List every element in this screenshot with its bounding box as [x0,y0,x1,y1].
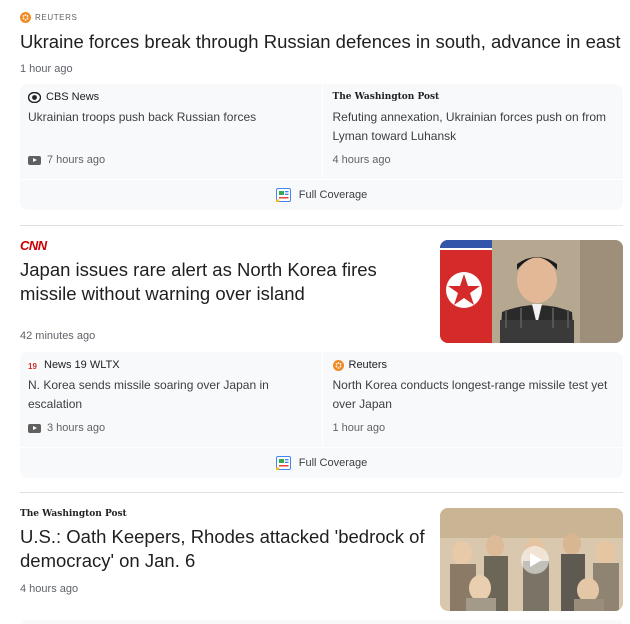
related-title[interactable]: Refuting annexation, Ukrainian forces pu… [333,108,616,146]
full-coverage-icon [275,188,291,202]
kim-jong-un-photo [440,240,623,343]
related-time: 1 hour ago [332,422,386,434]
courtroom-sketch-image [440,508,623,611]
source-reuters: Reuters [332,358,616,372]
related-article[interactable]: The Washington Post Refuting annexation,… [321,84,624,179]
related-coverage-card: 19 News 19 WLTX N. Korea sends missile s… [20,352,623,478]
reuters-logo-icon [20,11,31,23]
source-name: The Washington Post [20,509,127,519]
full-coverage-label: Full Coverage [298,457,368,469]
full-coverage-button[interactable]: Full Coverage [20,179,623,210]
source-cbs-news: CBS News [28,90,314,104]
divider [20,225,623,226]
svg-text:19: 19 [28,362,37,371]
full-coverage-label: Full Coverage [298,189,368,201]
related-title[interactable]: Ukrainian troops push back Russian force… [28,108,314,127]
source-news19-wltx: 19 News 19 WLTX [28,358,314,372]
source-name: CNN [20,237,47,253]
full-coverage-icon [275,456,291,470]
related-time: 3 hours ago [28,422,105,434]
related-coverage-card: CBS News Ukrainian troops push back Russ… [20,84,623,210]
story-headline[interactable]: U.S.: Oath Keepers, Rhodes attacked 'bed… [20,525,430,573]
related-title[interactable]: North Korea conducts longest-range missi… [333,376,616,414]
story-thumbnail[interactable] [440,508,623,611]
related-coverage-card [20,620,623,624]
video-icon [28,423,41,433]
source-washington-post: The Washington Post [333,90,616,104]
source-name: REUTERS [35,12,78,22]
related-article[interactable]: Reuters North Korea conducts longest-ran… [321,352,624,447]
story-headline[interactable]: Japan issues rare alert as North Korea f… [20,258,420,306]
video-icon [28,155,41,165]
source-name: News 19 WLTX [44,359,120,371]
story-timestamp: 42 minutes ago [20,330,96,342]
related-time: 4 hours ago [332,154,391,166]
source-name: The Washington Post [332,92,440,102]
news19-logo-icon: 19 [28,359,39,371]
story-headline[interactable]: Ukraine forces break through Russian def… [20,30,625,54]
story-thumbnail[interactable] [440,240,623,343]
story-timestamp: 1 hour ago [20,63,73,75]
source-name: Reuters [348,359,388,371]
full-coverage-button[interactable]: Full Coverage [20,447,623,478]
divider [20,492,623,493]
story-timestamp: 4 hours ago [20,583,79,595]
source-name: CBS News [46,91,100,103]
reuters-logo-icon [332,359,344,371]
related-time: 7 hours ago [28,154,105,166]
related-article[interactable]: CBS News Ukrainian troops push back Russ… [20,84,322,179]
source-reuters[interactable]: REUTERS [20,10,77,24]
cbs-eye-icon [28,91,41,103]
related-article[interactable]: 19 News 19 WLTX N. Korea sends missile s… [20,352,322,447]
source-cnn[interactable]: CNN [20,237,47,253]
related-title[interactable]: N. Korea sends missile soaring over Japa… [28,376,314,414]
source-washington-post[interactable]: The Washington Post [20,507,127,521]
